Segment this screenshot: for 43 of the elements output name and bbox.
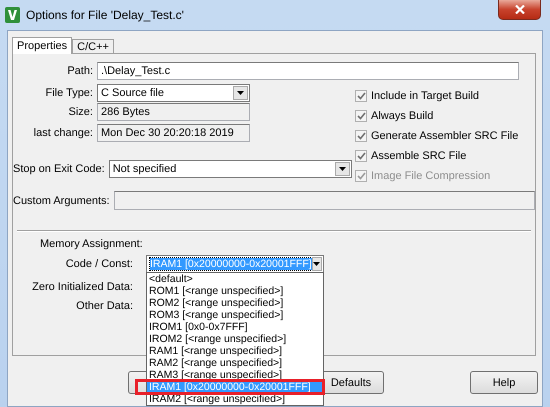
field-label: Code / Const:: [64, 258, 134, 270]
checkbox-label: Image File Compression: [371, 170, 490, 182]
help-button[interactable]: Help: [470, 371, 538, 394]
checkbox-label: Include in Target Build: [371, 90, 480, 102]
close-icon: [514, 5, 524, 14]
checkbox-label: Always Build: [371, 110, 434, 122]
checkbox[interactable]: [355, 110, 367, 122]
field-label: Custom Arguments:: [13, 194, 111, 206]
field-label: Other Data:: [75, 300, 134, 312]
field-label: Path:: [66, 65, 94, 77]
checkbox[interactable]: [355, 130, 367, 142]
checkbox[interactable]: [355, 90, 367, 102]
file-type-dropdown[interactable]: C Source file: [97, 84, 250, 102]
field-label: Stop on Exit Code:: [13, 163, 106, 175]
dropdown-arrow-icon: [313, 262, 320, 266]
dropdown-item[interactable]: ROM3 [<range unspecified>]: [147, 309, 323, 321]
dropdown-item[interactable]: IRAM2 [<range unspecified>]: [147, 393, 323, 405]
dropdown-arrow-icon: [237, 91, 244, 95]
exit-code-dropdown[interactable]: Not specified: [108, 160, 352, 178]
field-label: Size:: [68, 106, 94, 118]
dropdown-arrow-icon: [338, 167, 346, 171]
size-field: 286 Bytes: [97, 103, 250, 121]
dropdown-item[interactable]: ROM2 [<range unspecified>]: [147, 297, 323, 309]
tab[interactable]: C/C++: [72, 39, 114, 53]
checkbox-label: Assemble SRC File: [371, 150, 466, 162]
dropdown-item[interactable]: ROM1 [<range unspecified>]: [147, 285, 323, 297]
tab[interactable]: Properties: [12, 37, 72, 54]
field-label: Zero Initialized Data:: [31, 281, 134, 293]
dropdown-item[interactable]: <default>: [147, 273, 323, 285]
checkbox-label: Generate Assembler SRC File: [371, 130, 518, 142]
close-button[interactable]: [498, 0, 541, 20]
app-icon: [5, 7, 20, 23]
path-field[interactable]: .\Delay_Test.c: [97, 62, 519, 80]
field-label: File Type:: [44, 87, 94, 99]
field-label: last change:: [32, 127, 94, 139]
last-change-field: Mon Dec 30 20:20:18 2019: [97, 124, 250, 142]
dropdown-item[interactable]: IROM1 [0x0-0x7FFF]: [147, 321, 323, 333]
checkbox[interactable]: [355, 150, 367, 162]
window-title: Options for File 'Delay_Test.c': [26, 8, 184, 22]
dropdown-item[interactable]: IROM2 [<range unspecified>]: [147, 333, 323, 345]
dropdown-item[interactable]: RAM1 [<range unspecified>]: [147, 345, 323, 357]
section-label: Memory Assignment:: [40, 238, 144, 250]
dropdown-item[interactable]: RAM2 [<range unspecified>]: [147, 357, 323, 369]
